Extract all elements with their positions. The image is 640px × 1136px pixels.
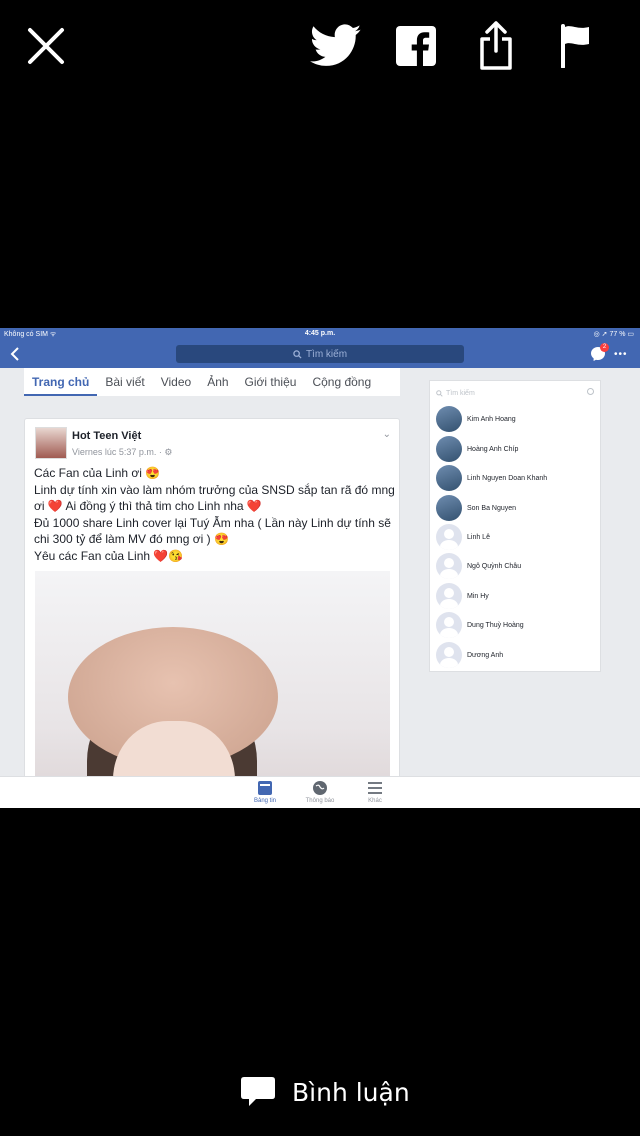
globe-icon — [313, 781, 327, 795]
contact-name: Ngô Quỳnh Châu — [467, 562, 522, 570]
battery-text: ◎ ➚ 77 % ▭ — [593, 331, 634, 338]
tab-video: Video — [160, 375, 192, 389]
tab-posts: Bài viết — [105, 375, 145, 389]
contact-item: Min Hy — [436, 583, 596, 609]
gear-icon — [587, 388, 594, 395]
tab-label: Khác — [368, 798, 382, 804]
avatar — [436, 553, 462, 579]
contact-item: Hoàng Anh Chíp — [436, 436, 596, 462]
menu-icon — [368, 782, 382, 794]
contact-name: Linh Nguyen Doan Khanh — [467, 474, 548, 482]
post-card: Hot Teen Việt Viernes lúc 5:37 p.m. · ⚙ … — [24, 418, 400, 808]
tab-label: Bảng tin — [253, 798, 277, 804]
contact-item: Kim Anh Hoang — [436, 406, 596, 432]
status-bar: Không có SIM ᯤ 4:45 p.m. ◎ ➚ 77 % ▭ — [0, 328, 640, 340]
tab-news-feed: Bảng tin — [245, 780, 285, 804]
avatar — [436, 406, 462, 432]
avatar — [436, 436, 462, 462]
post-photo — [35, 571, 390, 808]
contact-item: Linh Lê — [436, 524, 596, 550]
avatar — [436, 583, 462, 609]
post-author: Hot Teen Việt — [72, 430, 142, 442]
close-icon[interactable] — [18, 18, 74, 74]
contact-item: Dương Anh — [436, 642, 596, 668]
post-line: Đủ 1000 share Linh cover lại Tuý Ẫm nha … — [34, 515, 391, 530]
tab-label: Thông báo — [305, 798, 335, 804]
messenger-badge: 2 — [600, 343, 609, 352]
post-line: Các Fan của Linh ơi 😍 — [34, 466, 161, 480]
fb-search-field: Tìm kiếm — [176, 345, 464, 363]
fb-search-placeholder: Tìm kiếm — [305, 348, 348, 360]
news-feed-icon — [258, 781, 272, 795]
contact-item: Ngô Quỳnh Châu — [436, 553, 596, 579]
facebook-header: Tìm kiếm 2 ••• — [0, 340, 640, 368]
comment-label: Bình luận — [292, 1077, 410, 1107]
tab-home: Trang chủ — [24, 368, 98, 396]
contacts-panel: Tìm kiếm Kim Anh Hoang Hoàng Anh Chíp Li… — [429, 380, 601, 672]
tab-notifications: Thông báo — [300, 780, 340, 804]
contact-name: Dung Thuỳ Hoàng — [467, 621, 524, 629]
photo-viewer: Không có SIM ᯤ 4:45 p.m. ◎ ➚ 77 % ▭ Tìm … — [0, 0, 640, 1136]
search-icon — [436, 389, 443, 397]
avatar — [436, 465, 462, 491]
facebook-icon[interactable] — [388, 18, 444, 74]
twitter-icon[interactable] — [308, 18, 364, 74]
contact-name: Linh Lê — [467, 533, 490, 541]
chevron-down-icon: ⌄ — [382, 429, 391, 440]
post-line: ơi ❤️ Ai đồng ý thì thả tim cho Linh nha… — [34, 499, 262, 513]
contact-name: Son Ba Nguyen — [467, 504, 517, 512]
contact-item: Linh Nguyen Doan Khanh — [436, 465, 596, 491]
contact-item: Dung Thuỳ Hoàng — [436, 612, 596, 638]
more-icon: ••• — [614, 349, 628, 360]
post-text: Các Fan của Linh ơi 😍 Linh dự tính xin v… — [34, 465, 396, 564]
contact-item: Son Ba Nguyen — [436, 495, 596, 521]
contact-name: Dương Anh — [467, 651, 504, 659]
contact-name: Hoàng Anh Chíp — [467, 445, 519, 453]
tab-about: Giới thiệu — [244, 375, 297, 389]
post-screenshot[interactable]: Không có SIM ᯤ 4:45 p.m. ◎ ➚ 77 % ▭ Tìm … — [0, 328, 640, 808]
page-tabs: Trang chủ Bài viết Video Ảnh Giới thiệu … — [24, 368, 400, 396]
contact-name: Kim Anh Hoang — [467, 415, 516, 423]
status-time: 4:45 p.m. — [304, 330, 336, 337]
avatar — [436, 495, 462, 521]
post-line: Linh dự tính xin vào làm nhóm trưởng của… — [34, 482, 395, 497]
post-line: chi 300 tỷ để làm MV đó mng ơi ) 😍 — [34, 532, 229, 546]
contacts-search: Tìm kiếm — [436, 386, 596, 400]
comment-button[interactable]: Bình luận — [240, 1074, 410, 1110]
post-line: Yêu các Fan của Linh ❤️😘 — [34, 548, 184, 563]
share-icon[interactable] — [468, 18, 524, 74]
tab-photos: Ảnh — [207, 375, 229, 389]
avatar — [436, 612, 462, 638]
report-flag-icon[interactable] — [548, 18, 604, 74]
search-icon — [293, 349, 302, 359]
tab-more: Khác — [355, 780, 395, 804]
back-chevron-icon — [10, 347, 19, 361]
tab-community: Cộng đồng — [312, 375, 372, 389]
comment-bubble-icon — [241, 1077, 275, 1106]
avatar — [436, 524, 462, 550]
contacts-search-placeholder: Tìm kiếm — [446, 389, 475, 397]
contact-name: Min Hy — [467, 592, 489, 600]
fb-bottom-tabbar: Bảng tin Thông báo Khác — [0, 776, 640, 808]
avatar — [436, 642, 462, 668]
post-timestamp: Viernes lúc 5:37 p.m. · ⚙ — [72, 447, 173, 457]
post-avatar — [35, 427, 67, 459]
